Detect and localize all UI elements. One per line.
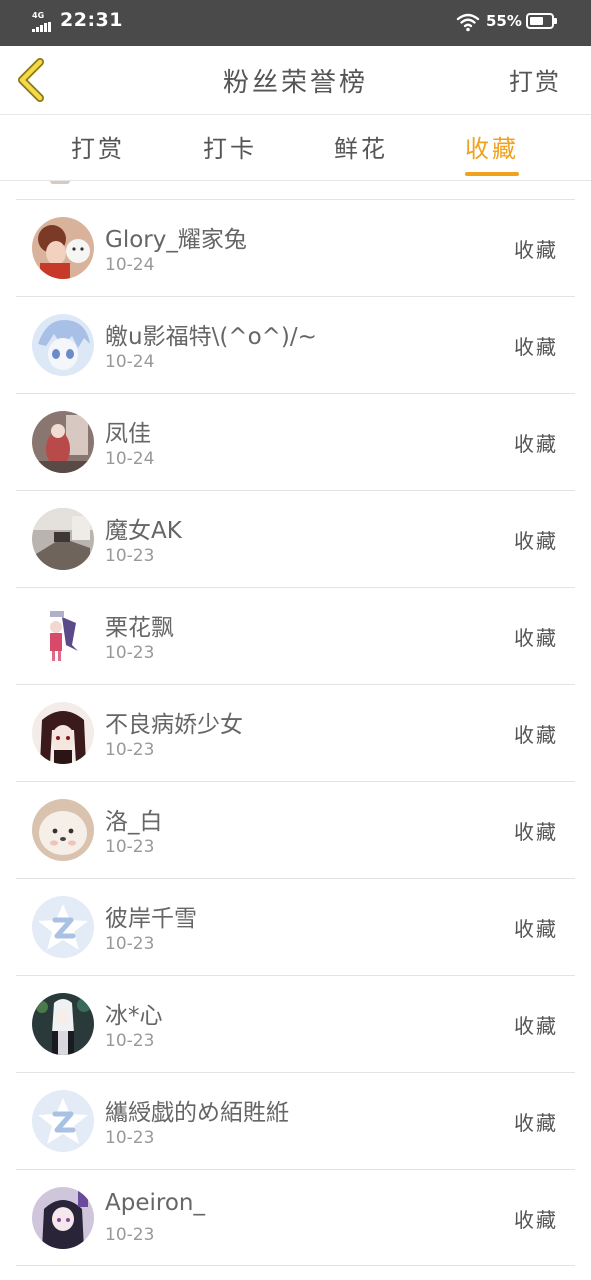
username: 纗綬戯的め絔貹絍 [105, 1100, 289, 1126]
active-tab-indicator [465, 172, 519, 176]
username: 冰*心 [105, 1003, 163, 1029]
avatar [32, 993, 94, 1055]
tab-reward[interactable]: 打赏 [58, 129, 138, 164]
status-time: 22:31 [60, 9, 123, 31]
favorite-label: 收藏 [514, 723, 558, 747]
favorite-label: 收藏 [514, 1014, 558, 1038]
username: Apeiron_ [105, 1190, 205, 1216]
list-item[interactable]: Apeiron_ 10-23 收藏 [16, 1169, 575, 1266]
favorite-label: 收藏 [514, 238, 558, 262]
battery-icon [526, 13, 557, 29]
username: 不良病娇少女 [105, 712, 243, 738]
favorite-label: 收藏 [514, 917, 558, 941]
date: 10-23 [105, 1128, 155, 1148]
tab-flowers[interactable]: 鲜花 [321, 129, 401, 164]
avatar [32, 217, 94, 279]
username: 洛_白 [105, 809, 163, 835]
avatar [32, 1187, 94, 1249]
date: 10-23 [105, 1225, 155, 1245]
list-item[interactable]: 魔女AK 10-23 收藏 [16, 490, 575, 587]
avatar [32, 508, 94, 570]
avatar [32, 799, 94, 861]
favorite-label: 收藏 [514, 335, 558, 359]
username: Glory_耀家兔 [105, 227, 247, 253]
date: 10-24 [105, 449, 155, 469]
favorite-label: 收藏 [514, 1208, 558, 1232]
date: 10-23 [105, 546, 155, 566]
status-bar: 4G 22:31 55% [0, 0, 591, 46]
tab-label: 鲜花 [334, 135, 388, 163]
tab-label: 打赏 [71, 135, 125, 163]
list-item[interactable]: 不良病娇少女 10-23 收藏 [16, 684, 575, 781]
avatar [32, 896, 94, 958]
list-item[interactable]: 彼岸千雪 10-23 收藏 [16, 878, 575, 975]
signal-icon: 4G [32, 12, 52, 34]
tab-favorites[interactable]: 收藏 [452, 129, 532, 176]
tab-label: 打卡 [203, 135, 257, 163]
reward-button[interactable]: 打赏 [509, 62, 561, 97]
avatar [32, 702, 94, 764]
list-item[interactable]: 皦u影福特\(^o^)/~ 10-24 收藏 [16, 296, 575, 393]
date: 10-24 [105, 352, 155, 372]
list-item[interactable]: 洛_白 10-23 收藏 [16, 781, 575, 878]
list-item[interactable]: 纗綬戯的め絔貹絍 10-23 收藏 [16, 1072, 575, 1169]
partial-avatar-edge [50, 181, 70, 184]
username: 凤佳 [105, 421, 151, 447]
date: 10-24 [105, 255, 155, 275]
username: 皦u影福特\(^o^)/~ [105, 324, 317, 350]
date: 10-23 [105, 740, 155, 760]
list-item[interactable]: 栗花飘 10-23 收藏 [16, 587, 575, 684]
page-title: 粉丝荣誉榜 [222, 68, 368, 98]
date: 10-23 [105, 934, 155, 954]
app-header: 粉丝荣誉榜 打赏 [0, 46, 591, 115]
network-type: 4G [32, 11, 45, 20]
date: 10-23 [105, 1031, 155, 1051]
username: 栗花飘 [105, 615, 174, 641]
list-item[interactable]: 冰*心 10-23 收藏 [16, 975, 575, 1072]
avatar [32, 605, 94, 667]
favorite-label: 收藏 [514, 432, 558, 456]
tab-label: 收藏 [465, 135, 519, 163]
list-item[interactable]: Glory_耀家兔 10-24 收藏 [16, 199, 575, 296]
username: 魔女AK [105, 518, 182, 544]
favorite-label: 收藏 [514, 626, 558, 650]
tab-bar: 打赏 打卡 鲜花 收藏 [0, 115, 591, 181]
list-item[interactable]: 凤佳 10-24 收藏 [16, 393, 575, 490]
avatar [32, 411, 94, 473]
fan-list[interactable]: Glory_耀家兔 10-24 收藏 皦u影福特\(^o^)/~ 10-24 收… [16, 181, 575, 1280]
username: 彼岸千雪 [105, 906, 197, 932]
wifi-icon [456, 13, 480, 32]
favorite-label: 收藏 [514, 1111, 558, 1135]
favorite-label: 收藏 [514, 529, 558, 553]
battery-percent: 55% [486, 12, 522, 30]
tab-checkin[interactable]: 打卡 [190, 129, 270, 164]
favorite-label: 收藏 [514, 820, 558, 844]
avatar [32, 1090, 94, 1152]
date: 10-23 [105, 643, 155, 663]
date: 10-23 [105, 837, 155, 857]
avatar [32, 314, 94, 376]
